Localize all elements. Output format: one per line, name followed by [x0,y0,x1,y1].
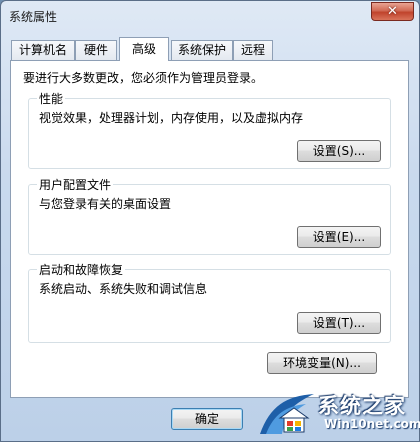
performance-description: 视觉效果，处理器计划，内存使用，以及虚拟内存 [39,111,304,125]
tab-system-protection[interactable]: 系统保护 [171,40,233,60]
tab-computer-name[interactable]: 计算机名 [11,40,75,60]
performance-settings-button[interactable]: 设置(S)... [297,140,381,162]
user-profiles-description: 与您登录有关的桌面设置 [39,197,172,211]
tab-remote[interactable]: 远程 [233,40,273,60]
ok-button[interactable]: 确定 [171,408,243,430]
system-properties-window: 系统属性 ✕ 计算机名 硬件 高级 系统保护 远程 要进行大多数更改，您必须作为… [0,0,420,442]
startup-recovery-title: 启动和故障恢复 [37,261,126,278]
admin-note: 要进行大多数更改，您必须作为管理员登录。 [23,71,264,85]
title-bar[interactable]: 系统属性 ✕ [1,1,419,31]
close-button[interactable]: ✕ [371,2,414,21]
startup-recovery-description: 系统启动、系统失败和调试信息 [39,282,208,296]
user-profiles-settings-button[interactable]: 设置(E)... [297,226,381,248]
user-profiles-title: 用户配置文件 [37,176,114,193]
window-title: 系统属性 [9,10,58,24]
close-icon: ✕ [387,4,398,19]
site-watermark: 系统之家 Win10net.com [256,388,420,438]
startup-recovery-settings-button[interactable]: 设置(T)... [297,312,381,334]
environment-variables-button[interactable]: 环境变量(N)... [267,352,377,374]
tab-hardware[interactable]: 硬件 [75,40,117,60]
watermark-url: Win10net.com [324,417,420,431]
watermark-site-name: 系统之家 [318,393,406,418]
house-logo-icon [260,394,314,434]
tab-advanced[interactable]: 高级 [119,37,169,61]
performance-title: 性能 [37,90,66,107]
